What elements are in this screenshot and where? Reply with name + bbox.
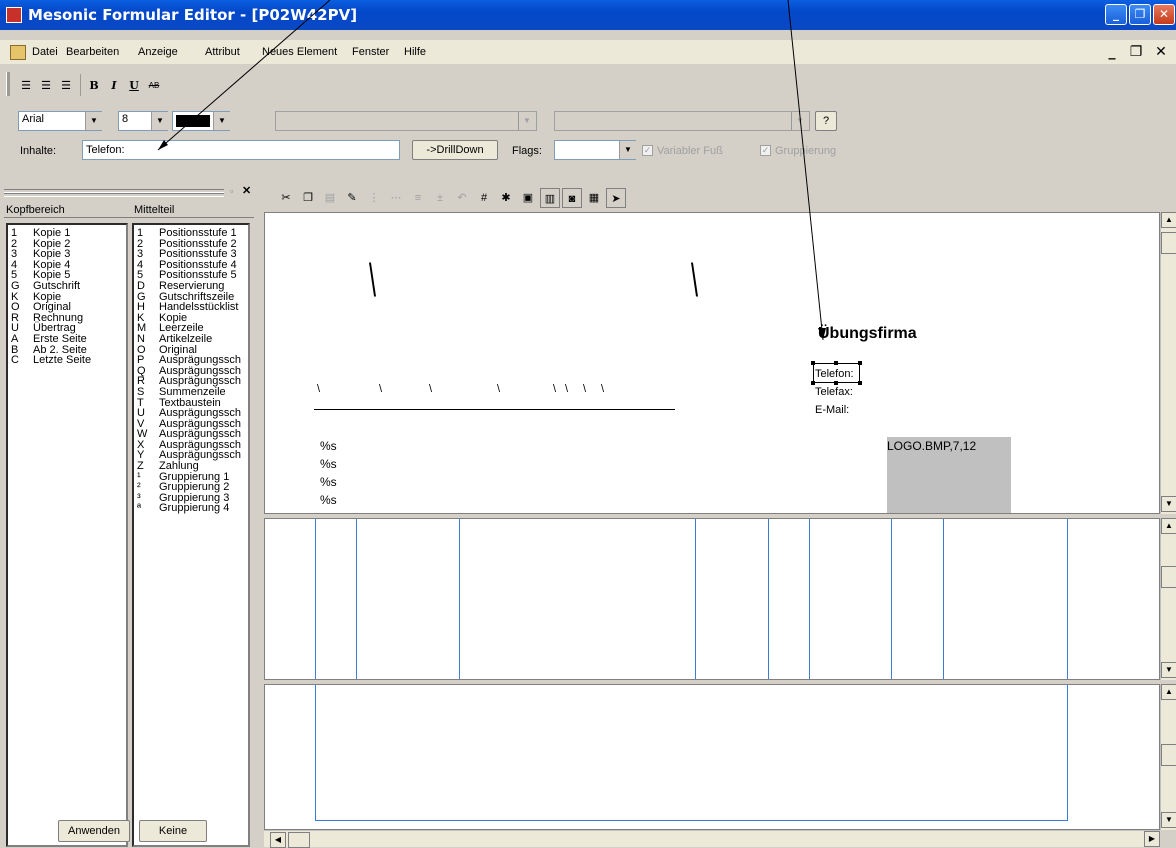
annotation-arrows bbox=[157, 0, 826, 341]
